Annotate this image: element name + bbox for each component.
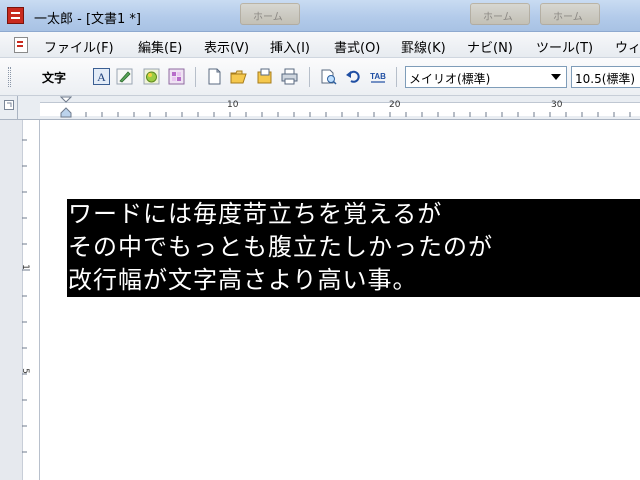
background-task-buttons: ホーム ホーム ホーム bbox=[240, 3, 640, 25]
font-name-value: メイリオ(標準) bbox=[409, 72, 491, 86]
menu-view[interactable]: 表示(V) bbox=[204, 37, 249, 56]
task-button: ホーム bbox=[240, 3, 300, 25]
indent-marker-icon[interactable] bbox=[60, 96, 72, 118]
toolbar-separator bbox=[195, 67, 196, 87]
document-page[interactable] bbox=[41, 120, 640, 480]
toolbar-separator bbox=[309, 67, 310, 87]
title-bar: 一太郎 - [文書1 *] ホーム ホーム ホーム bbox=[0, 0, 640, 32]
menu-window[interactable]: ウィ bbox=[615, 37, 640, 56]
font-name-dropdown[interactable]: メイリオ(標準) bbox=[405, 66, 567, 88]
toolbar-grip[interactable] bbox=[8, 67, 11, 87]
menu-tools[interactable]: ツール(T) bbox=[536, 37, 593, 56]
font-size-value: 10.5(標準) bbox=[575, 72, 636, 86]
document-line-1[interactable]: ワードには毎度苛立ちを覚えるが bbox=[68, 198, 442, 230]
open-folder-icon[interactable] bbox=[230, 68, 247, 85]
horizontal-ruler[interactable] bbox=[18, 96, 640, 120]
document-line-2[interactable]: その中でもっとも腹立たしかったのが bbox=[68, 231, 493, 263]
preview-icon[interactable] bbox=[320, 68, 337, 85]
ruler-corner-icon[interactable] bbox=[4, 100, 14, 110]
highlight-icon[interactable] bbox=[143, 68, 160, 85]
toolbar-separator bbox=[396, 67, 397, 87]
new-doc-icon[interactable] bbox=[206, 68, 223, 85]
font-size-dropdown[interactable]: 10.5(標準) bbox=[571, 66, 640, 88]
ruler-number: 1 bbox=[19, 264, 30, 270]
document-menu-icon[interactable] bbox=[14, 37, 28, 53]
menu-file[interactable]: ファイル(F) bbox=[44, 37, 114, 56]
ruler-corner bbox=[0, 96, 18, 120]
text-frame-icon[interactable]: A bbox=[93, 68, 110, 85]
ruler-number: 5 bbox=[19, 368, 30, 374]
menu-format[interactable]: 書式(O) bbox=[334, 37, 380, 56]
toolbar: 文字 A TAB メイリオ(標準) 10.5(標準) bbox=[0, 58, 640, 96]
ruler-strip bbox=[40, 102, 640, 117]
menu-insert[interactable]: 挿入(I) bbox=[270, 37, 310, 56]
print-icon[interactable] bbox=[281, 68, 298, 85]
menu-edit[interactable]: 編集(E) bbox=[138, 37, 182, 56]
pen-icon[interactable] bbox=[116, 68, 133, 85]
pattern-icon[interactable] bbox=[168, 68, 185, 85]
ruler-number: 10 bbox=[227, 100, 239, 110]
undo-icon[interactable] bbox=[345, 68, 362, 85]
document-line-3[interactable]: 改行幅が文字高さより高い事。 bbox=[68, 264, 418, 296]
toolbar-label: 文字 bbox=[42, 71, 67, 85]
ruler-number: 20 bbox=[389, 100, 401, 110]
save-icon[interactable] bbox=[256, 68, 273, 85]
ruler-number: 30 bbox=[551, 100, 563, 110]
window-title: 一太郎 - [文書1 *] bbox=[34, 12, 142, 27]
vertical-ruler[interactable] bbox=[0, 120, 40, 480]
tab-icon[interactable]: TAB bbox=[368, 68, 388, 85]
menu-bar: ファイル(F) 編集(E) 表示(V) 挿入(I) 書式(O) 罫線(K) ナビ… bbox=[0, 32, 640, 58]
task-button: ホーム bbox=[470, 3, 530, 25]
ichitaro-app-icon[interactable] bbox=[7, 7, 24, 24]
menu-navi[interactable]: ナビ(N) bbox=[467, 37, 513, 56]
svg-text:A: A bbox=[97, 70, 106, 84]
chevron-down-icon[interactable] bbox=[549, 70, 563, 84]
task-button: ホーム bbox=[540, 3, 600, 25]
ruler-ticks bbox=[69, 112, 631, 117]
svg-text:TAB: TAB bbox=[370, 72, 386, 81]
menu-ruled-line[interactable]: 罫線(K) bbox=[401, 37, 446, 56]
ruler-ticks bbox=[22, 139, 30, 453]
